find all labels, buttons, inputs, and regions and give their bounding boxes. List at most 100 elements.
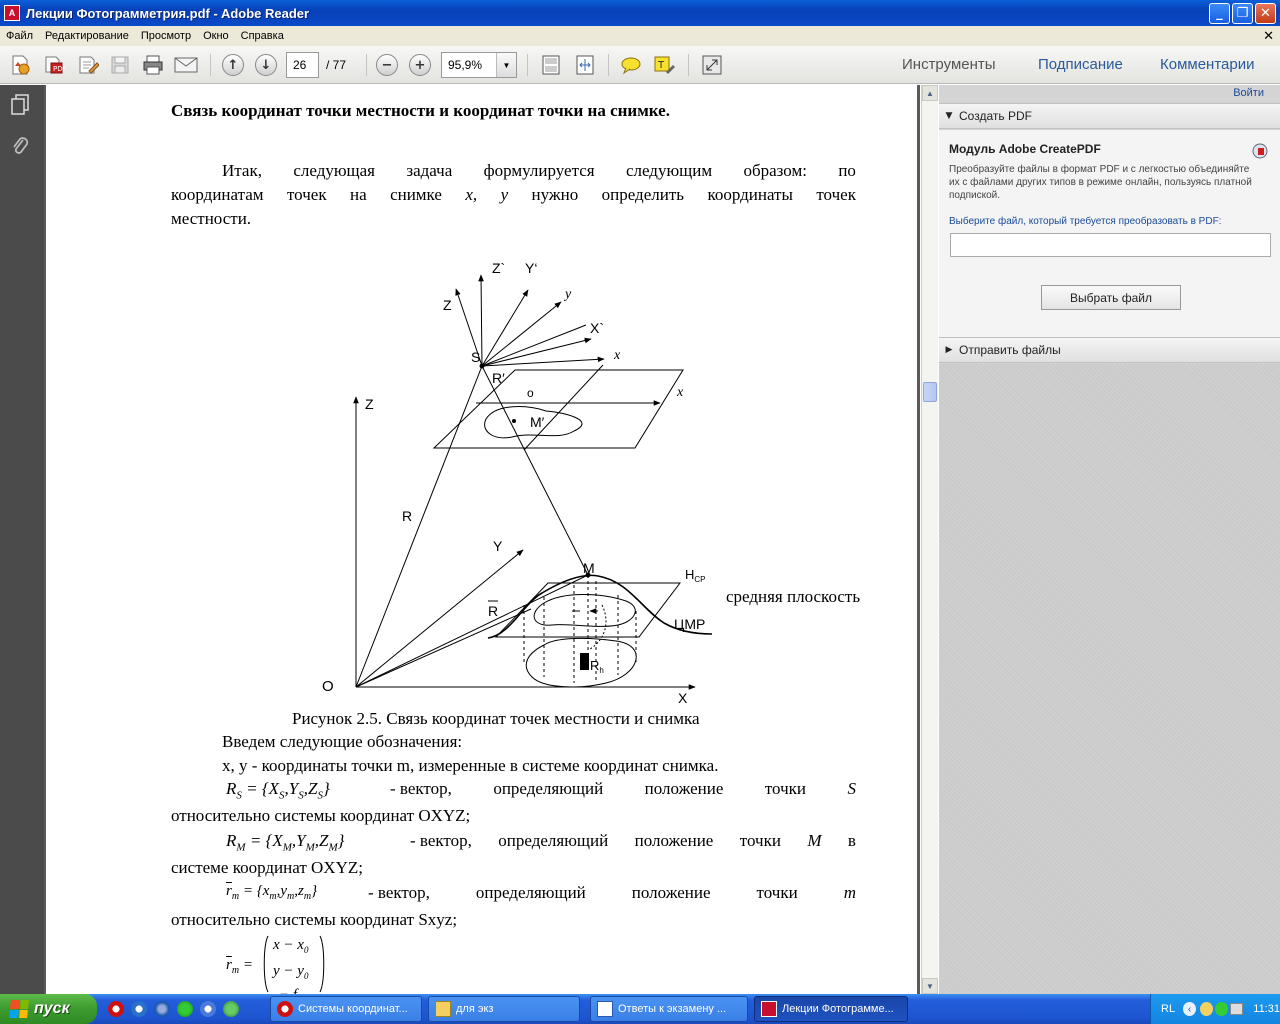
taskbar-item-label: Ответы к экзамену ... xyxy=(618,1003,727,1015)
fit-page-icon[interactable] xyxy=(539,53,563,77)
language-indicator[interactable]: RL xyxy=(1161,1003,1175,1015)
section-create-pdf-label: Создать PDF xyxy=(959,109,1032,123)
opera-icon[interactable] xyxy=(108,1001,124,1017)
toolbar-separator xyxy=(210,54,211,76)
media-icon[interactable] xyxy=(177,1001,193,1017)
formula-rm: RM = {XM,YM,ZM} xyxy=(226,831,345,854)
comment-icon[interactable] xyxy=(619,53,643,77)
word: S xyxy=(847,779,856,798)
section-create-pdf[interactable]: ▼ Создать PDF xyxy=(939,103,1280,129)
axis-z-prime xyxy=(478,274,484,367)
menu-help[interactable]: Справка xyxy=(235,30,290,42)
speaker-icon[interactable] xyxy=(1230,1003,1244,1015)
tab-tools[interactable]: Инструменты xyxy=(902,56,996,73)
close-document-icon[interactable]: ✕ xyxy=(1263,28,1274,44)
choose-file-button[interactable]: Выбрать файл xyxy=(1041,285,1181,310)
matrix-row: y − y0 xyxy=(273,963,309,981)
internet-explorer-icon[interactable] xyxy=(154,1001,170,1017)
label-cmr: ЦМР xyxy=(674,616,705,632)
chevron-left-icon[interactable]: ‹ xyxy=(1183,1002,1197,1016)
start-button[interactable]: пуск xyxy=(0,994,97,1024)
email-icon[interactable] xyxy=(174,53,198,77)
tray-app-icon[interactable] xyxy=(1200,1002,1214,1016)
minimize-button[interactable]: _ xyxy=(1209,3,1230,24)
combine-files-icon[interactable]: PDF xyxy=(42,53,66,77)
figure-2-5: Z` Y‘ y Z X` S x R′ o x M′ Z R Y M HCP с xyxy=(322,260,860,706)
definition-rm-line2: системе координат OXYZ; xyxy=(171,858,363,877)
image-y-axis xyxy=(523,364,604,451)
vertical-scrollbar[interactable]: ▲ ▼ xyxy=(921,85,938,994)
pdf-page: Связь координат точки местности и коорди… xyxy=(46,85,917,994)
menu-edit[interactable]: Редактирование xyxy=(39,30,135,42)
label-z-small: Z xyxy=(443,297,452,313)
taskbar-item-reader[interactable]: Лекции Фотограмме... xyxy=(754,996,908,1022)
attachments-icon[interactable] xyxy=(8,135,32,159)
axis-y-prime xyxy=(481,289,529,367)
page-number-input[interactable] xyxy=(286,52,319,78)
word: задача xyxy=(406,161,453,180)
label-x-axis: X xyxy=(678,690,688,706)
label-m-prime: M′ xyxy=(530,414,545,430)
menu-window[interactable]: Окно xyxy=(197,30,235,42)
taskbar-item-word[interactable]: Ответы к экзамену ... xyxy=(590,996,748,1022)
tab-comment[interactable]: Комментарии xyxy=(1160,56,1254,73)
curved-dashed xyxy=(589,604,607,650)
word: определяющий xyxy=(475,883,586,902)
word: положение xyxy=(644,779,724,798)
module-title: Модуль Adobe CreatePDF xyxy=(949,142,1101,156)
chevron-down-icon[interactable]: ▼ xyxy=(496,53,516,77)
tab-sign[interactable]: Подписание xyxy=(1038,56,1123,73)
menu-view[interactable]: Просмотр xyxy=(135,30,197,42)
highlight-text-icon[interactable]: T xyxy=(652,53,676,77)
previous-page-icon[interactable]: ↑ xyxy=(221,53,245,77)
next-page-icon[interactable]: ↓ xyxy=(254,53,278,77)
paragraph-line: координатам точек на снимке x, y нужно о… xyxy=(171,185,856,205)
menu-file[interactable]: Файл xyxy=(0,30,39,42)
label-z-axis: Z xyxy=(365,396,374,412)
label-rh: Rh xyxy=(590,658,604,675)
word: m xyxy=(843,883,856,902)
create-pdf-icon[interactable] xyxy=(8,53,32,77)
maximize-button[interactable]: ❐ xyxy=(1232,3,1253,24)
sign-in-link[interactable]: Войти xyxy=(1233,87,1264,99)
fullscreen-icon[interactable] xyxy=(700,53,724,77)
document-viewer[interactable]: Связь координат точки местности и коорди… xyxy=(44,85,920,994)
paragraph-line: местности. xyxy=(171,209,252,228)
page-thumbnails-icon[interactable] xyxy=(8,93,32,117)
zoom-in-icon[interactable]: + xyxy=(408,53,432,77)
word: определить xyxy=(601,185,685,204)
edit-document-icon[interactable] xyxy=(76,53,100,77)
adobe-reader-icon: A xyxy=(4,5,20,21)
browser-icon[interactable] xyxy=(131,1001,147,1017)
section-send-files[interactable]: ▶ Отправить файлы xyxy=(939,337,1280,363)
taskbar-item-opera[interactable]: Системы координат... xyxy=(270,996,422,1022)
definition-xy: x, y - координаты точки m, измеренные в … xyxy=(222,756,719,775)
utorrent-icon[interactable] xyxy=(223,1001,239,1017)
print-icon[interactable] xyxy=(141,53,165,77)
close-button[interactable]: ✕ xyxy=(1255,3,1276,24)
definition-r-small-line2: относительно системы координат Sxyz; xyxy=(171,910,458,929)
word: на xyxy=(350,185,367,204)
clock[interactable]: 11:31 xyxy=(1253,1003,1280,1015)
taskbar-item-folder[interactable]: для экз xyxy=(428,996,580,1022)
paragraph-line: Итак, следующая задача формулируется сле… xyxy=(222,161,856,181)
save-icon[interactable] xyxy=(108,53,132,77)
terrain-block xyxy=(580,653,589,670)
zoom-out-icon[interactable]: − xyxy=(375,53,399,77)
file-input[interactable] xyxy=(950,233,1271,257)
word: образом: xyxy=(743,161,807,180)
terrain-contour xyxy=(533,594,636,627)
tray-app-icon[interactable] xyxy=(1215,1002,1229,1016)
word: нужно xyxy=(531,185,579,204)
scroll-up-icon[interactable]: ▲ xyxy=(922,85,938,101)
word: точки xyxy=(739,831,781,850)
chrome-icon[interactable] xyxy=(200,1001,216,1017)
word: - вектор, xyxy=(368,883,430,902)
fit-width-icon[interactable] xyxy=(573,53,597,77)
zoom-select[interactable]: 95,9% ▼ xyxy=(441,52,517,78)
scroll-thumb[interactable] xyxy=(923,382,937,402)
scroll-down-icon[interactable]: ▼ xyxy=(922,978,938,994)
axis-line xyxy=(481,324,587,367)
word: - вектор, xyxy=(410,831,472,850)
section-heading: Связь координат точки местности и коорди… xyxy=(171,101,670,120)
